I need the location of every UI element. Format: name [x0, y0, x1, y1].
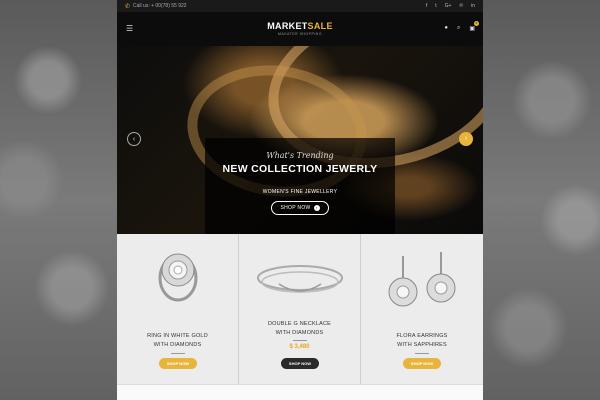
logo-subtitle: MAKATER SHOPPING	[277, 32, 323, 36]
product-name-line2: WITH DIAMONDS	[275, 330, 324, 336]
arrow-right-icon: ›	[313, 205, 320, 211]
product-card-earrings[interactable]: FLORA EARRINGS WITH SAPPHIRES SHOP NOW	[361, 234, 483, 384]
earrings-image	[388, 252, 456, 307]
product-card-necklace[interactable]: DOUBLE G NECKLACE WITH DIAMONDS $ 3,480 …	[239, 234, 361, 384]
hero-caption: What's Trending NEW COLLECTION JEWERLY W…	[205, 138, 395, 234]
cart-count: 0	[474, 21, 479, 26]
hero-button-label: SHOP NOW	[280, 205, 311, 211]
slider-prev-button[interactable]: ‹	[127, 132, 141, 146]
pinterest-icon[interactable]: ℗	[459, 3, 463, 9]
phone-label: Call us: + 00(78) 55 922	[133, 3, 187, 9]
hero-shop-now-button[interactable]: SHOP NOW ›	[271, 201, 329, 215]
shop-now-button[interactable]: SHOP NOW	[159, 358, 197, 369]
product-name-line1: FLORA EARRINGS	[396, 333, 448, 339]
search-icon[interactable]: ⌕	[457, 25, 460, 32]
logo[interactable]: MARKETSALE MAKATER SHOPPING	[117, 21, 483, 36]
divider	[293, 340, 307, 341]
product-name-line1: DOUBLE G NECKLACE	[267, 321, 331, 327]
logo-main: MARKET	[267, 21, 308, 31]
divider	[171, 353, 185, 354]
header-icons: ● ⌕ ▣ 0	[444, 21, 479, 32]
linkedin-icon[interactable]: in	[471, 3, 475, 9]
twitter-icon[interactable]: t	[435, 3, 436, 9]
cart-icon[interactable]: ▣ 0	[469, 21, 479, 32]
product-name-line2: WITH DIAMONDS	[153, 342, 202, 348]
product-price: $ 3,480	[289, 344, 310, 350]
shop-now-button[interactable]: SHOP NOW	[403, 358, 441, 369]
next-section-preview	[117, 384, 483, 400]
top-bar: ✆ Call us: + 00(78) 55 922 f t G+ ℗ in	[117, 0, 483, 12]
slider-next-button[interactable]: ›	[459, 132, 473, 146]
hero-slider: ‹ › What's Trending NEW COLLECTION JEWER…	[117, 46, 483, 234]
necklace-image	[257, 265, 343, 293]
divider	[415, 353, 429, 354]
product-card-ring[interactable]: RING IN WHITE GOLD WITH DIAMONDS SHOP NO…	[117, 234, 239, 384]
product-name-line2: WITH SAPPHIRES	[397, 342, 447, 348]
logo-accent: SALE	[307, 21, 333, 31]
shop-now-button[interactable]: SHOP NOW	[281, 358, 319, 369]
google-plus-icon[interactable]: G+	[445, 3, 452, 9]
phone-icon: ✆	[125, 3, 131, 10]
hero-subtitle: WOMEN'S FINE JEWELLERY	[262, 189, 338, 195]
ring-image	[158, 253, 198, 302]
hero-title: NEW COLLECTION JEWERLY	[222, 163, 378, 175]
product-name-line1: RING IN WHITE GOLD	[147, 333, 208, 339]
user-icon[interactable]: ●	[444, 25, 448, 32]
website-mockup: ✆ Call us: + 00(78) 55 922 f t G+ ℗ in ☰…	[117, 0, 483, 400]
product-grid: RING IN WHITE GOLD WITH DIAMONDS SHOP NO…	[117, 234, 483, 384]
hero-script-text: What's Trending	[266, 151, 334, 160]
header: ☰ MARKETSALE MAKATER SHOPPING ● ⌕ ▣ 0	[117, 12, 483, 46]
facebook-icon[interactable]: f	[426, 3, 427, 9]
social-links: f t G+ ℗ in	[426, 3, 475, 9]
